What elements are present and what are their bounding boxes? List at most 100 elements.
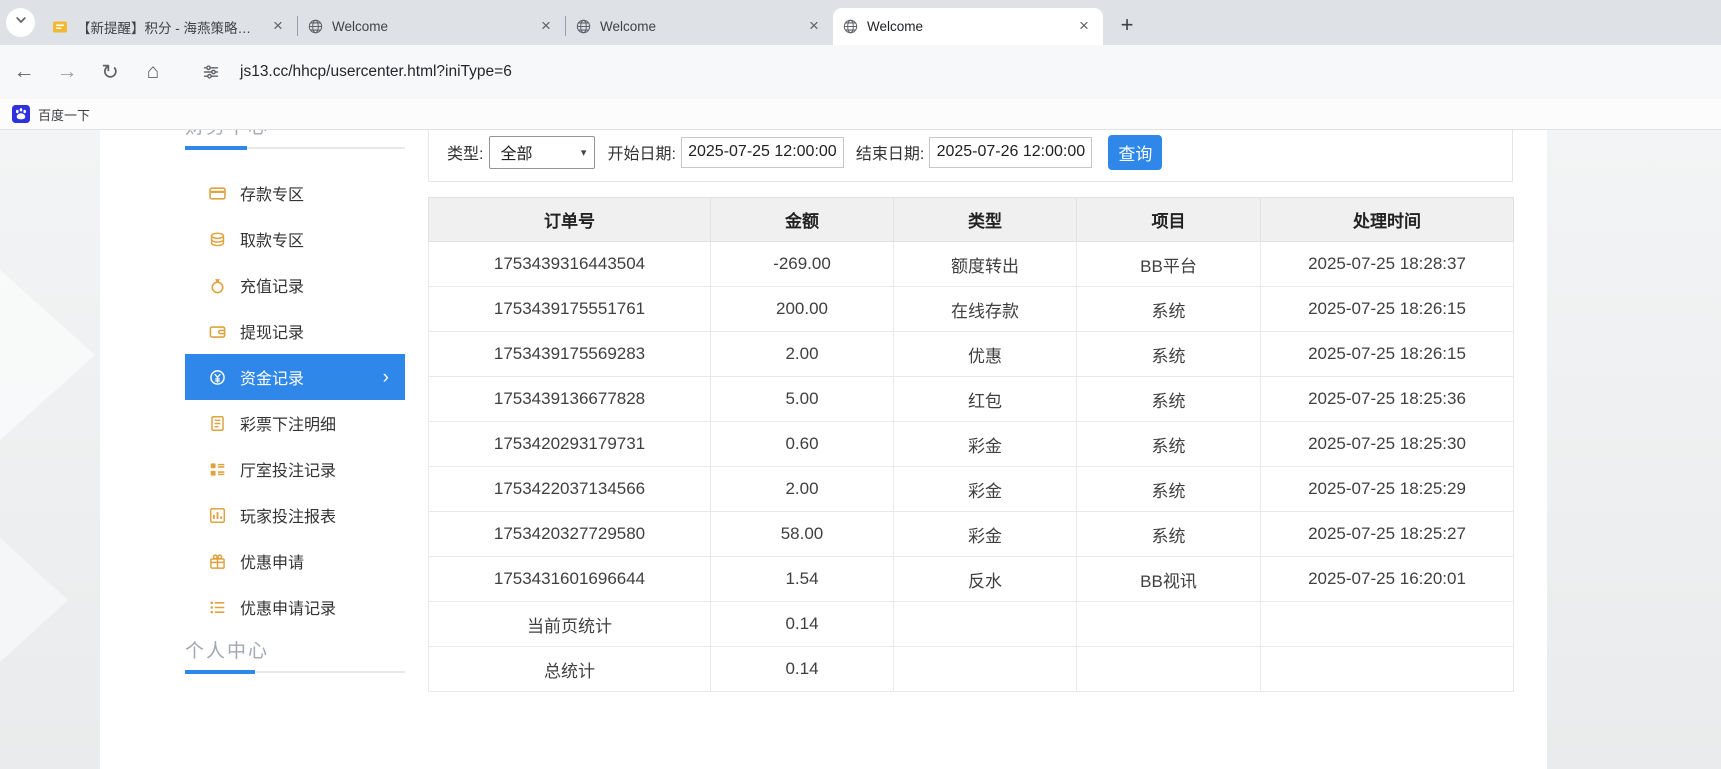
sidebar-item-label: 优惠申请记录 <box>240 601 337 618</box>
tab-close-icon[interactable]: × <box>269 17 287 36</box>
section-underline <box>185 670 405 674</box>
table-row: 1753439316443504 -269.00 额度转出 BB平台 2025-07-2… <box>428 241 1514 287</box>
tab-title: Welcome <box>332 19 389 34</box>
browser-toolbar: ← → ↻ ⌂ js13.cc/hhcp/usercenter.html?ini… <box>0 45 1721 99</box>
reload-button[interactable]: ↻ <box>91 53 129 91</box>
sidebar-item-7[interactable]: 厅室投注记录 <box>185 446 405 492</box>
tab-2[interactable]: Welcome × <box>298 8 565 45</box>
tab-close-icon[interactable]: × <box>537 17 555 36</box>
sidebar-section-finance: 财务中心 <box>185 130 405 150</box>
table-cell: BB视讯 <box>1076 556 1261 602</box>
records-table: 订单号 金额 类型 项目 处理时间 1753439316443504 -269.00 额度转… <box>428 197 1514 692</box>
sidebar-item-5[interactable]: 资金记录 › <box>185 354 405 400</box>
forum-icon <box>52 19 68 35</box>
table-cell: 58.00 <box>710 511 894 557</box>
table-cell <box>1076 601 1261 647</box>
table-row: 当前页统计 0.14 <box>428 601 1514 647</box>
type-label: 类型: <box>447 146 484 163</box>
address-bar[interactable]: js13.cc/hhcp/usercenter.html?iniType=6 <box>240 63 512 81</box>
section-underline-accent <box>185 146 247 150</box>
table-cell: 系统 <box>1076 376 1261 422</box>
home-button[interactable]: ⌂ <box>134 53 172 91</box>
decorative-triangle <box>0 538 68 662</box>
table-cell: BB平台 <box>1076 241 1261 287</box>
end-date-label: 结束日期: <box>855 146 925 163</box>
coins-icon <box>209 231 226 248</box>
end-date-input[interactable]: 2025-07-26 12:00:00 <box>929 136 1093 168</box>
tab-title: Welcome <box>867 19 924 34</box>
section-title: 个人中心 <box>185 641 270 662</box>
sidebar-item-label: 充值记录 <box>240 279 305 296</box>
table-cell: 反水 <box>893 556 1077 602</box>
tab-1[interactable]: 【新提醒】积分 - 海燕策略论坛 × <box>42 8 297 45</box>
sidebar-item-10[interactable]: 优惠申请记录 <box>185 584 405 630</box>
table-cell: 2025-07-25 18:28:37 <box>1260 241 1514 287</box>
tab-4[interactable]: Welcome × <box>833 8 1103 45</box>
tab-close-icon[interactable]: × <box>1075 17 1093 36</box>
table-cell: 1753422037134566 <box>428 466 711 512</box>
table-cell: 总统计 <box>428 646 711 692</box>
table-cell: 2025-07-25 18:25:27 <box>1260 511 1514 557</box>
tab-search-button[interactable] <box>6 8 35 37</box>
table-cell <box>1076 646 1261 692</box>
sidebar-item-3[interactable]: 充值记录 <box>185 262 405 308</box>
back-button[interactable]: ← <box>5 53 43 91</box>
sidebar-item-9[interactable]: 优惠申请 <box>185 538 405 584</box>
table-cell: 1753439316443504 <box>428 241 711 287</box>
sidebar-item-8[interactable]: 玩家投注报表 <box>185 492 405 538</box>
sidebar-item-2[interactable]: 取款专区 <box>185 216 405 262</box>
sidebar-item-6[interactable]: 彩票下注明细 <box>185 400 405 446</box>
table-cell: 2.00 <box>710 331 894 377</box>
table-cell: 1753439136677828 <box>428 376 711 422</box>
table-cell: 彩金 <box>893 421 1077 467</box>
table-cell: 系统 <box>1076 466 1261 512</box>
table-cell: 2025-07-25 16:20:01 <box>1260 556 1514 602</box>
table-cell: 彩金 <box>893 511 1077 557</box>
table-cell: 1753420293179731 <box>428 421 711 467</box>
table-cell <box>893 601 1077 647</box>
globe-icon <box>308 19 323 34</box>
sidebar-item-4[interactable]: 提现记录 <box>185 308 405 354</box>
table-cell: 系统 <box>1076 511 1261 557</box>
chevron-down-icon <box>14 13 28 32</box>
table-cell: 红包 <box>893 376 1077 422</box>
table-cell: 200.00 <box>710 286 894 332</box>
table-cell: 额度转出 <box>893 241 1077 287</box>
forward-button[interactable]: → <box>48 53 86 91</box>
table-cell <box>893 646 1077 692</box>
card-icon <box>209 185 226 202</box>
new-tab-button[interactable]: + <box>1113 11 1141 39</box>
grid-icon <box>209 461 226 478</box>
bookmark-label: 百度一下 <box>38 107 91 123</box>
start-date-input[interactable]: 2025-07-25 12:00:00 <box>680 136 844 168</box>
tab-title: Welcome <box>600 19 657 34</box>
bookmark-baidu[interactable]: 百度一下 <box>12 105 90 124</box>
sidebar-item-1[interactable]: 存款专区 <box>185 170 405 216</box>
table-cell: 1.54 <box>710 556 894 602</box>
start-date-label: 开始日期: <box>607 146 676 163</box>
tab-list: 【新提醒】积分 - 海燕策略论坛 × Welcome × Welcome × Welcome… <box>42 0 1103 45</box>
tab-3[interactable]: Welcome × <box>566 8 833 45</box>
table-cell: 系统 <box>1076 286 1261 332</box>
table-row: 总统计 0.14 <box>428 646 1514 692</box>
table-cell: 系统 <box>1076 421 1261 467</box>
table-row: 1753439136677828 5.00 红包 系统 2025-07-25 18:25… <box>428 376 1514 422</box>
bag-icon <box>209 277 226 294</box>
table-cell: 2.00 <box>710 466 894 512</box>
tab-close-icon[interactable]: × <box>805 17 823 36</box>
table-cell: 2025-07-25 18:26:15 <box>1260 286 1514 332</box>
table-cell: 系统 <box>1076 331 1261 377</box>
filter-bar: 类型: 全部 ▾ 开始日期: 2025-07-25 12:00:00 结束日期:… <box>428 130 1513 182</box>
gift-icon <box>209 553 226 570</box>
chart-icon <box>209 507 226 524</box>
type-select[interactable]: 全部 ▾ <box>489 135 596 169</box>
table-cell: 2025-07-25 18:25:30 <box>1260 421 1514 467</box>
table-cell: 2025-07-25 18:26:15 <box>1260 331 1514 377</box>
site-info-icon[interactable] <box>192 53 230 91</box>
query-button[interactable]: 查询 <box>1108 134 1163 170</box>
table-cell: 1753420327729580 <box>428 511 711 557</box>
select-caret-icon: ▾ <box>580 146 587 159</box>
section-underline <box>185 146 405 150</box>
table-cell: 1753439175569283 <box>428 331 711 377</box>
table-row: 1753420327729580 58.00 彩金 系统 2025-07-25 18:2… <box>428 511 1514 557</box>
